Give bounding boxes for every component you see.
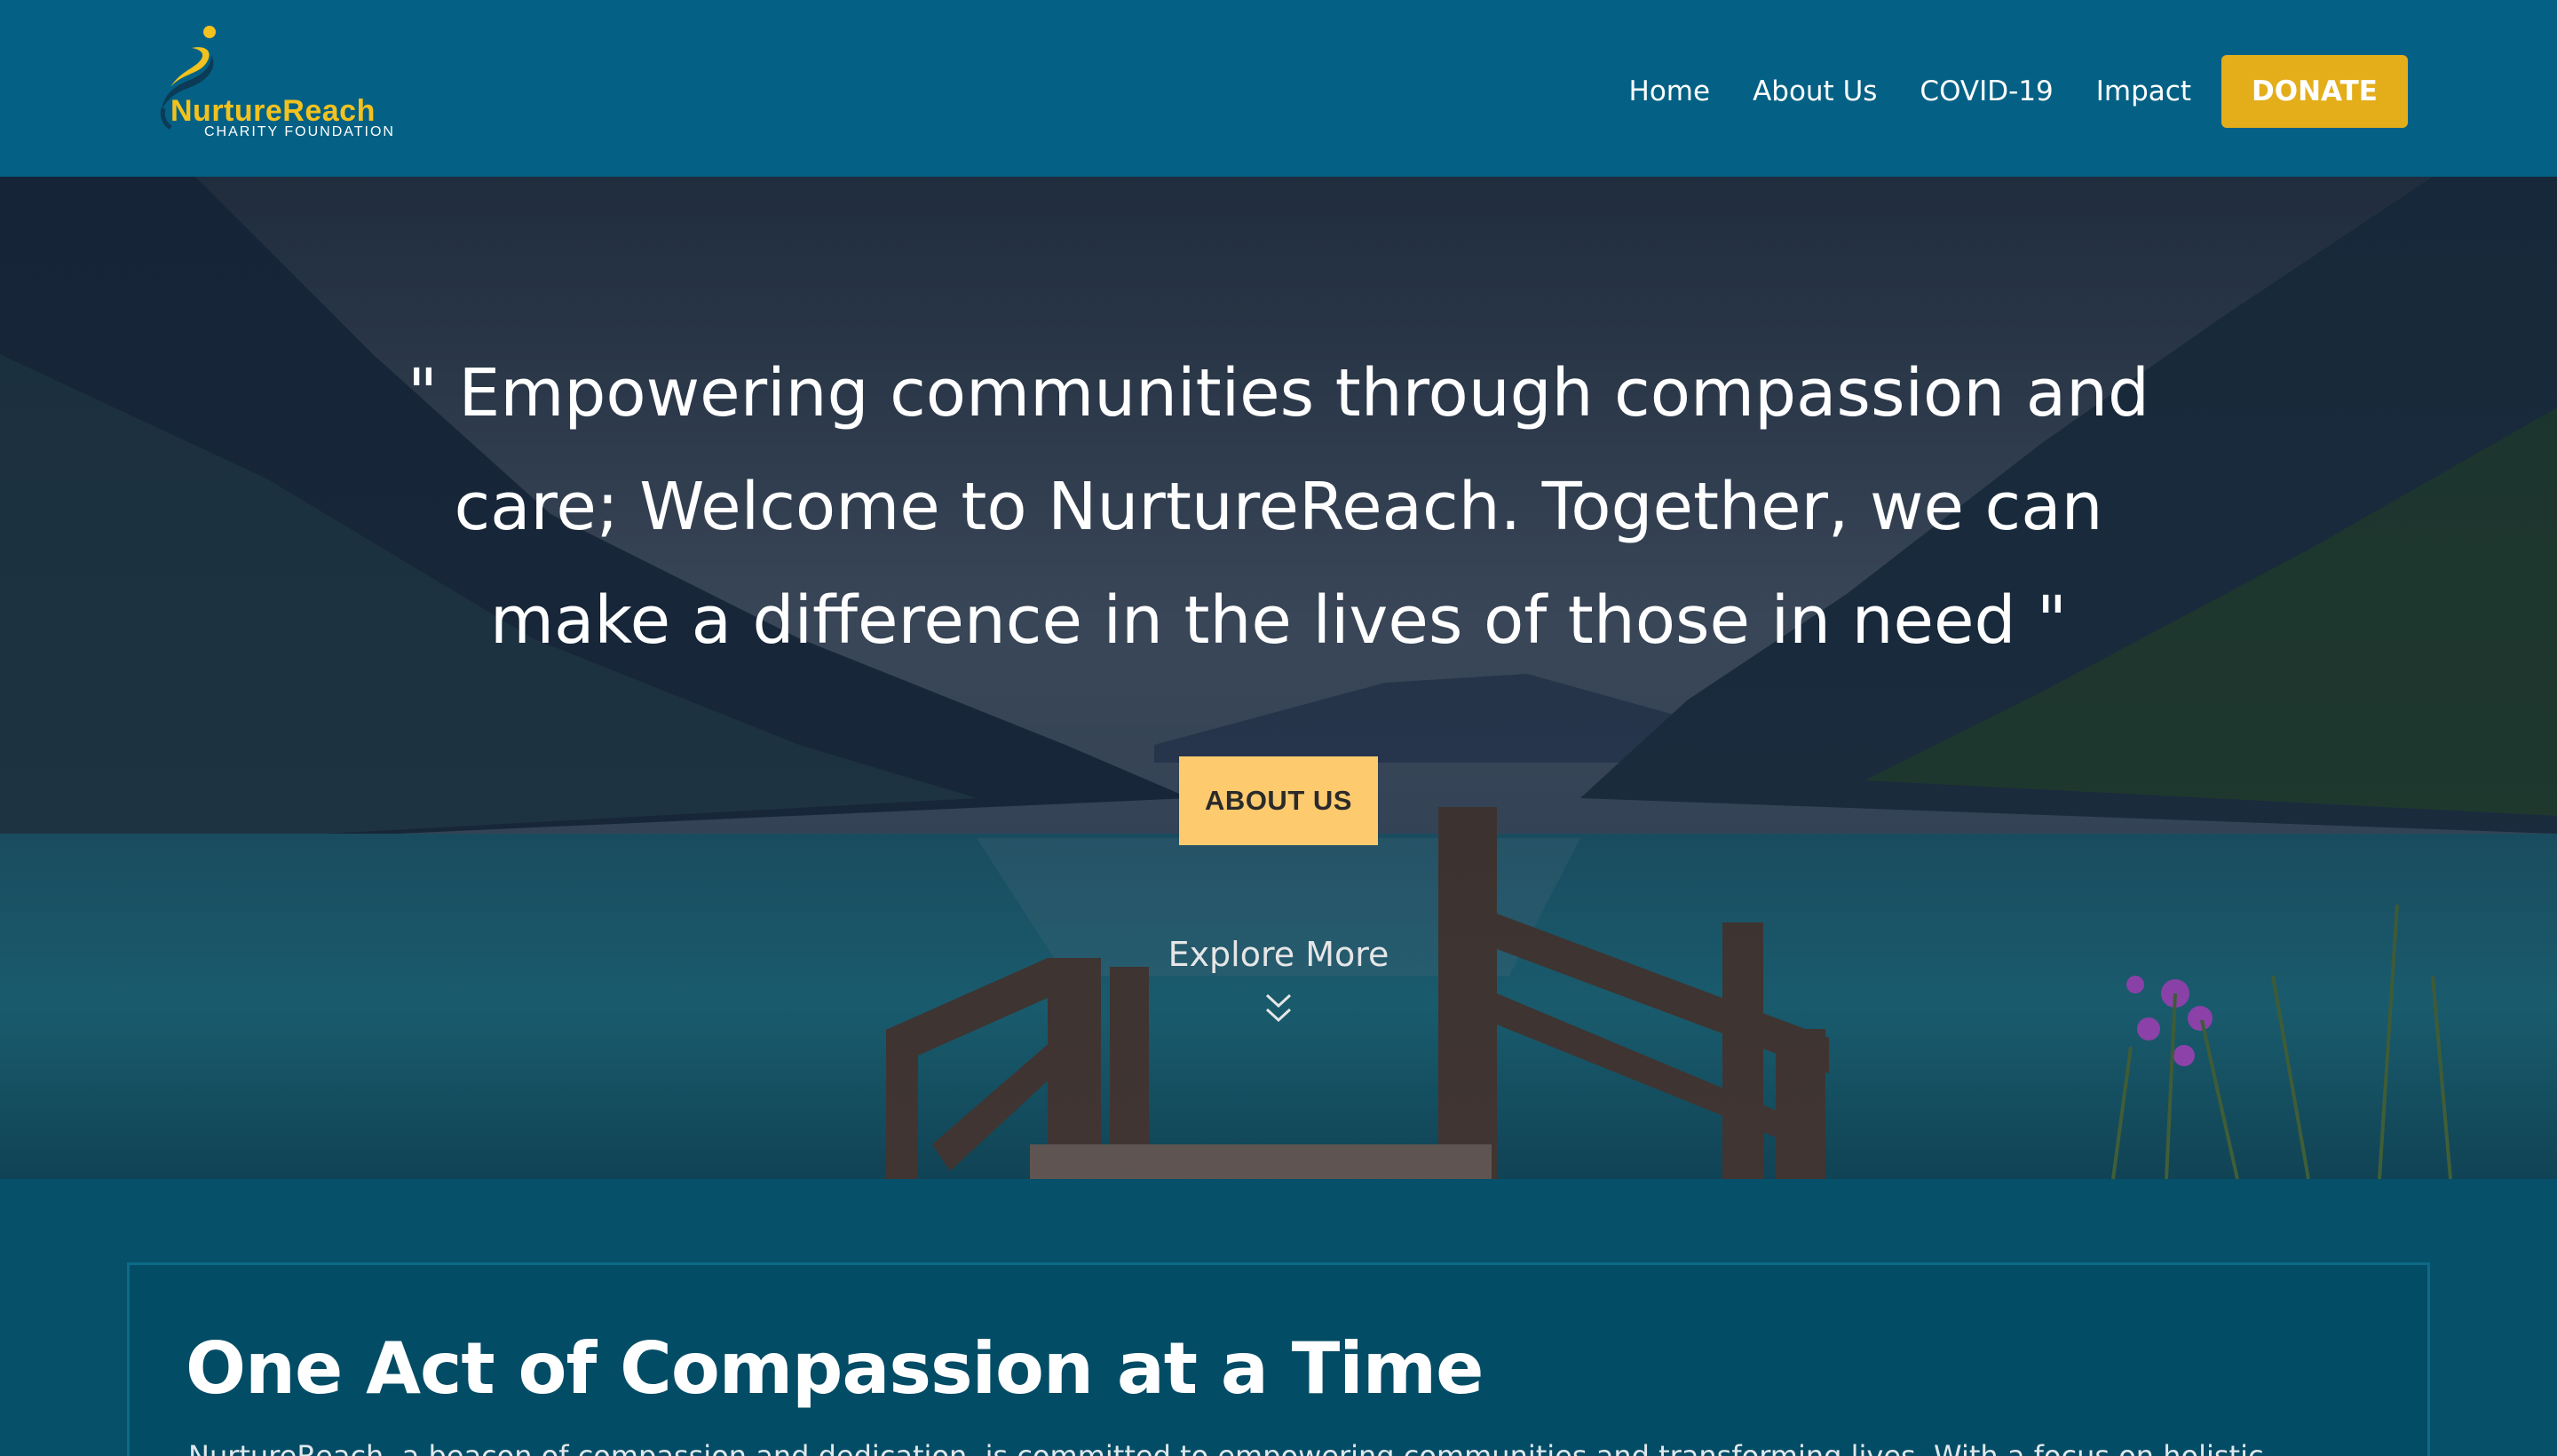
hero-section: " Empowering communities through compass… bbox=[0, 177, 2557, 1179]
hero-quote: " Empowering communities through compass… bbox=[408, 355, 2149, 659]
nav-link-impact[interactable]: Impact bbox=[2096, 75, 2191, 107]
explore-more-link[interactable]: Explore More bbox=[1101, 935, 1456, 1025]
section-text: NurtureReach, a beacon of compassion and… bbox=[188, 1439, 2264, 1456]
intro-section: One Act of Compassion at a Time NurtureR… bbox=[0, 1179, 2557, 1456]
nav-link-covid-19[interactable]: COVID-19 bbox=[1920, 75, 2053, 107]
explore-more-label: Explore More bbox=[1168, 935, 1389, 974]
main-nav: Home About Us COVID-19 Impact DONATE bbox=[1587, 55, 2408, 128]
donate-button[interactable]: DONATE bbox=[2221, 55, 2408, 128]
nav-link-about-us[interactable]: About Us bbox=[1753, 75, 1877, 107]
section-title: One Act of Compassion at a Time bbox=[186, 1327, 1484, 1410]
intro-card: One Act of Compassion at a Time NurtureR… bbox=[127, 1262, 2430, 1456]
nav-link-home[interactable]: Home bbox=[1629, 75, 1711, 107]
hero-background-image bbox=[0, 177, 2557, 1179]
brand-tagline: CHARITY FOUNDATION bbox=[204, 124, 395, 139]
about-us-button[interactable]: ABOUT US bbox=[1179, 756, 1378, 845]
double-chevron-down-icon bbox=[1265, 993, 1292, 1023]
site-header: NurtureReach CHARITY FOUNDATION Home Abo… bbox=[0, 0, 2557, 177]
brand-logo[interactable]: NurtureReach CHARITY FOUNDATION bbox=[156, 23, 423, 143]
